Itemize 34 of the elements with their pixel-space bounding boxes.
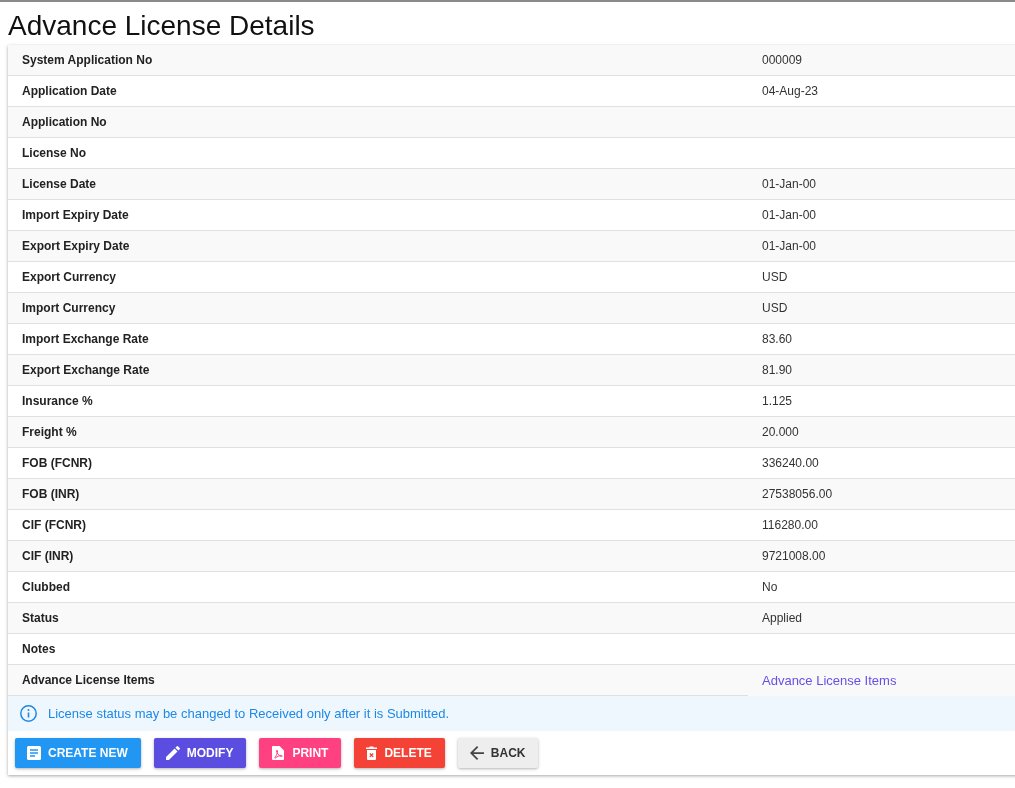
field-value: 9721008.00 (748, 541, 1015, 572)
items-link[interactable]: Advance License Items (762, 673, 897, 688)
trash-icon (366, 746, 378, 760)
field-value: 20.000 (748, 417, 1015, 448)
back-button[interactable]: BACK (457, 738, 539, 768)
create-new-button[interactable]: CREATE NEW (15, 738, 141, 768)
field-value: USD (748, 293, 1015, 324)
field-value: 27538056.00 (748, 479, 1015, 510)
field-value: Applied (748, 603, 1015, 634)
field-label: Advance License Items (8, 665, 748, 696)
field-label: Status (8, 603, 748, 634)
field-label: CIF (INR) (8, 541, 748, 572)
field-value: 000009 (748, 45, 1015, 76)
field-value: 01-Jan-00 (748, 169, 1015, 200)
field-value: 01-Jan-00 (748, 231, 1015, 262)
field-value: 81.90 (748, 355, 1015, 386)
alert-message: License status may be changed to Received only after it is Submitted. (48, 706, 450, 721)
print-button[interactable]: PRINT (259, 738, 342, 768)
delete-button[interactable]: DELETE (354, 738, 445, 768)
field-label: Export Expiry Date (8, 231, 748, 262)
pencil-icon (165, 746, 180, 760)
modify-button[interactable]: MODIFY (153, 738, 247, 768)
page-title: Advance License Details (8, 9, 315, 43)
info-icon (20, 705, 37, 722)
field-label: License Date (8, 169, 748, 200)
document-icon (27, 746, 41, 760)
field-label: Export Exchange Rate (8, 355, 748, 386)
field-label: FOB (INR) (8, 479, 748, 510)
field-label: Freight % (8, 417, 748, 448)
arrow-left-icon (469, 746, 484, 760)
pdf-file-icon (271, 746, 286, 760)
field-label: Application No (8, 107, 748, 138)
field-label: System Application No (8, 45, 748, 76)
field-label: Import Currency (8, 293, 748, 324)
